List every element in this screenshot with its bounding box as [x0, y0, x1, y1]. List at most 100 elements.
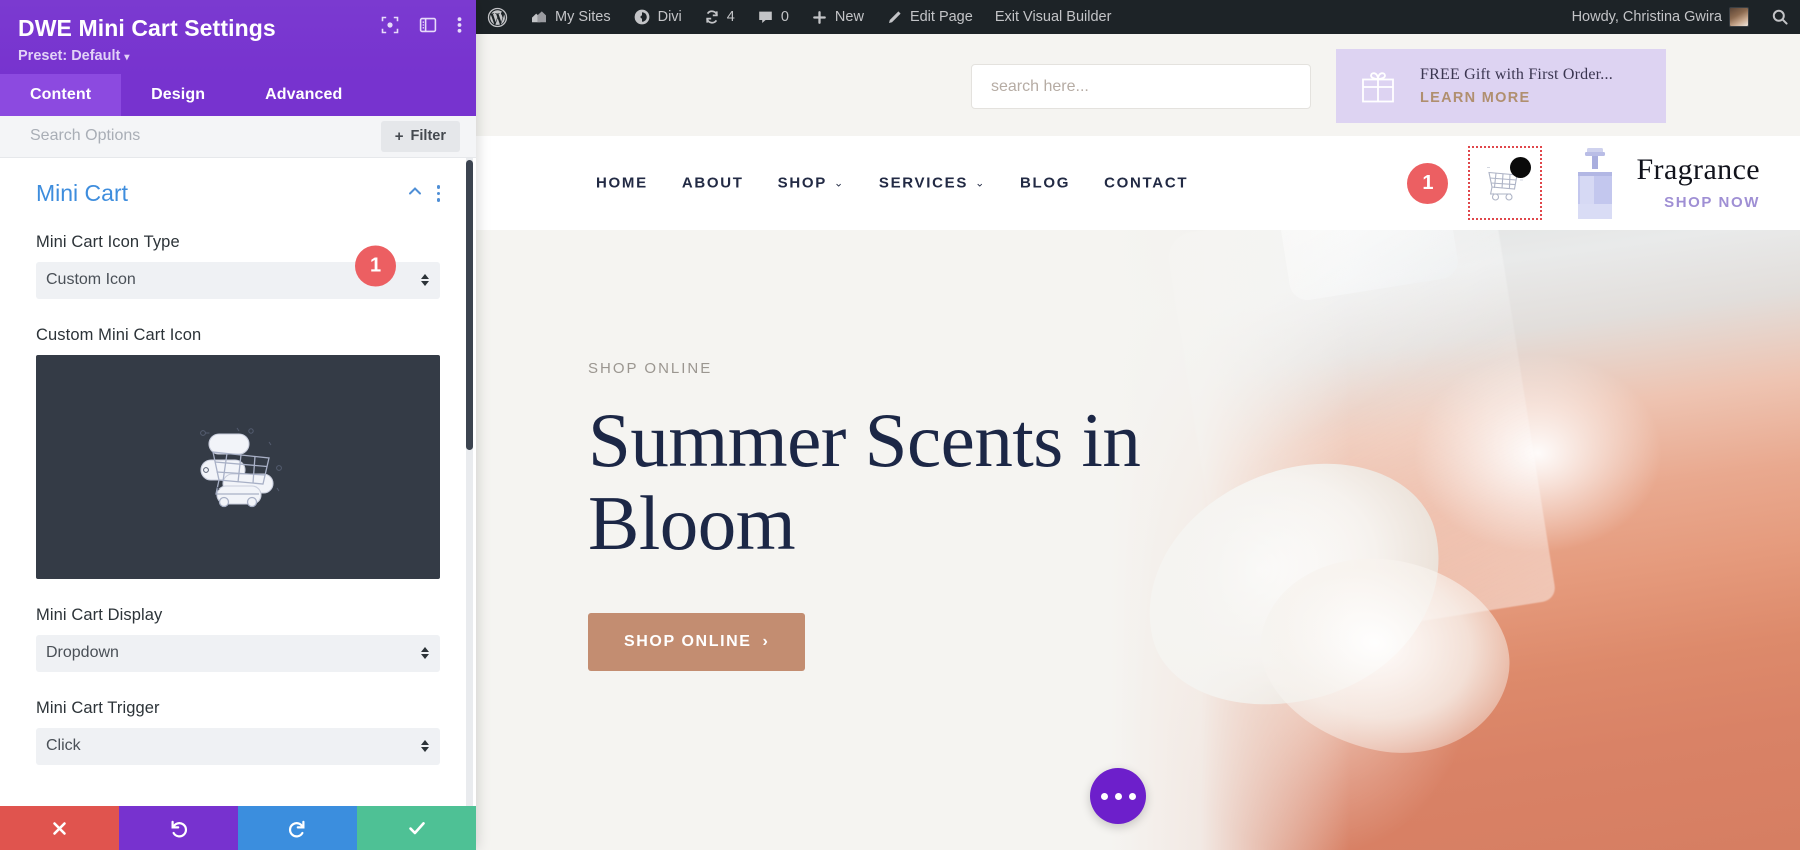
- site-navigation-bar: HOME ABOUT SHOP ⌄ SERVICES ⌄ BLOG CONTAC: [476, 136, 1800, 230]
- nav-item-blog[interactable]: BLOG: [1020, 175, 1070, 192]
- nav-label: BLOG: [1019, 174, 1071, 192]
- panel-header-icons: [381, 16, 462, 34]
- select-value: Dropdown: [46, 644, 119, 662]
- divi-item[interactable]: Divi: [622, 0, 693, 34]
- edit-page-item[interactable]: Edit Page: [875, 0, 984, 34]
- nav-item-about[interactable]: ABOUT: [682, 175, 744, 192]
- howdy-account-item[interactable]: Howdy, Christina Gwira: [1561, 0, 1760, 34]
- close-button[interactable]: [0, 806, 119, 850]
- chevron-down-icon: ⌄: [975, 177, 986, 190]
- plus-icon: [813, 10, 826, 24]
- field-label: Custom Mini Cart Icon: [36, 325, 202, 344]
- select-arrows-icon: [421, 647, 429, 660]
- hero-background-image: [1110, 230, 1800, 850]
- more-options-fab[interactable]: [1090, 768, 1146, 824]
- updates-item[interactable]: 4: [693, 0, 746, 34]
- exit-visual-builder-item[interactable]: Exit Visual Builder: [984, 0, 1123, 34]
- comments-item[interactable]: 0: [746, 0, 800, 34]
- hero-eyebrow: SHOP ONLINE: [588, 360, 713, 377]
- admin-bar-right: Howdy, Christina Gwira: [1561, 0, 1800, 34]
- nav-item-contact[interactable]: CONTACT: [1104, 175, 1188, 192]
- preset-label: Preset: Default: [18, 47, 121, 64]
- nav-label: SHOP: [777, 174, 827, 192]
- wordpress-admin-bar: My Sites Divi 4 0 New Edit Page Exit Vis…: [476, 0, 1800, 34]
- shop-online-button-label: SHOP ONLINE: [624, 633, 752, 651]
- site-preview: search here... FREE Gift with First Orde…: [476, 34, 1800, 850]
- site-search-placeholder: search here...: [991, 77, 1089, 95]
- nav-item-shop[interactable]: SHOP ⌄: [778, 175, 845, 192]
- mini-cart-display-select[interactable]: Dropdown: [36, 634, 440, 672]
- panel-scrollbar[interactable]: [466, 157, 473, 806]
- scrollbar-thumb[interactable]: [466, 159, 473, 450]
- my-sites-icon: [532, 11, 546, 23]
- chevron-right-icon: ›: [762, 633, 770, 651]
- select-value: Click: [46, 737, 81, 755]
- gift-icon: [1362, 72, 1394, 103]
- mini-cart-section-header: Mini Cart: [36, 180, 440, 207]
- field-custom-mini-cart-icon: Custom Mini Cart Icon: [36, 326, 440, 579]
- site-brand[interactable]: Fragrance SHOP NOW: [1568, 146, 1760, 220]
- vertical-dots-icon[interactable]: [457, 16, 462, 34]
- site-utility-bar: search here... FREE Gift with First Orde…: [476, 34, 1800, 136]
- chevron-up-icon[interactable]: [407, 183, 423, 204]
- redo-button[interactable]: [238, 806, 357, 850]
- hero-title-line-2: Bloom: [588, 480, 796, 567]
- step-badge-1: 1: [355, 245, 396, 287]
- gift-banner-headline: FREE Gift with First Order...: [1420, 66, 1613, 83]
- admin-bar-left: My Sites Divi 4 0 New Edit Page Exit Vis…: [476, 0, 1122, 34]
- tab-design[interactable]: Design: [121, 74, 235, 116]
- tab-advanced[interactable]: Advanced: [235, 74, 372, 116]
- divi-icon: [634, 9, 649, 25]
- brand-text: Fragrance SHOP NOW: [1636, 153, 1760, 212]
- shopping-cart-illustration: [200, 427, 282, 507]
- updates-icon: [705, 10, 718, 24]
- comment-bubble-icon: [759, 11, 772, 23]
- field-mini-cart-icon-type: Mini Cart Icon Type Custom Icon 1: [36, 233, 440, 299]
- mini-cart-module[interactable]: [1468, 146, 1543, 220]
- hero-section: SHOP ONLINE Summer Scents in Bloom SHOP …: [476, 230, 1800, 850]
- my-sites-item[interactable]: My Sites: [519, 0, 622, 34]
- section-title: Mini Cart: [36, 179, 129, 206]
- howdy-greeting: Howdy, Christina Gwira: [1571, 9, 1722, 25]
- filter-button[interactable]: + Filter: [380, 120, 460, 152]
- preset-selector[interactable]: Preset: Default ▾: [18, 48, 458, 64]
- search-options-input[interactable]: [0, 127, 381, 146]
- nav-label: ABOUT: [681, 174, 744, 192]
- section-options-icon[interactable]: [436, 185, 440, 202]
- panel-scroll-content: Mini Cart Mini Cart Icon Type Custom Ico…: [0, 158, 476, 806]
- mini-cart-trigger-select[interactable]: Click: [36, 727, 440, 765]
- undo-button[interactable]: [119, 806, 238, 850]
- avatar: [1729, 7, 1749, 27]
- nav-item-home[interactable]: HOME: [596, 175, 648, 192]
- wordpress-logo-item[interactable]: [476, 0, 519, 34]
- step-badge-1-cart: 1: [1407, 162, 1449, 204]
- panel-tabs: Content Design Advanced: [0, 73, 476, 116]
- brand-name: Fragrance: [1636, 153, 1760, 186]
- new-item[interactable]: New: [800, 0, 875, 34]
- dwe-mini-cart-settings-panel: DWE Mini Cart Settings Preset: Default ▾: [0, 0, 476, 850]
- free-gift-banner[interactable]: FREE Gift with First Order... LEARN MORE: [1336, 49, 1666, 123]
- plus-icon: +: [394, 127, 404, 145]
- updates-count: 4: [726, 9, 735, 25]
- layout-toggle-icon[interactable]: [419, 16, 437, 34]
- shop-online-button[interactable]: SHOP ONLINE ›: [588, 613, 806, 672]
- section-actions: [407, 183, 440, 204]
- field-label: Mini Cart Trigger: [36, 698, 160, 717]
- focus-target-icon[interactable]: [381, 16, 399, 34]
- comments-count: 0: [780, 9, 789, 25]
- custom-mini-cart-icon-preview[interactable]: [36, 354, 440, 579]
- brand-shop-now-link[interactable]: SHOP NOW: [1636, 194, 1760, 211]
- admin-search-item[interactable]: [1760, 0, 1800, 34]
- edit-page-label: Edit Page: [909, 9, 973, 25]
- nav-item-services[interactable]: SERVICES ⌄: [879, 175, 986, 192]
- tab-content[interactable]: Content: [0, 73, 122, 116]
- save-button[interactable]: [357, 806, 476, 850]
- site-search-field[interactable]: search here...: [971, 64, 1311, 109]
- nav-label: CONTACT: [1104, 174, 1189, 192]
- select-arrows-icon: [421, 740, 429, 753]
- nav-right-cluster: 1 Fragrance SHOP NOW: [1407, 146, 1760, 220]
- select-value: Custom Icon: [46, 271, 136, 289]
- gift-banner-text: FREE Gift with First Order... LEARN MORE: [1420, 66, 1613, 106]
- gift-banner-cta[interactable]: LEARN MORE: [1420, 90, 1613, 106]
- wordpress-logo-icon: [487, 7, 508, 27]
